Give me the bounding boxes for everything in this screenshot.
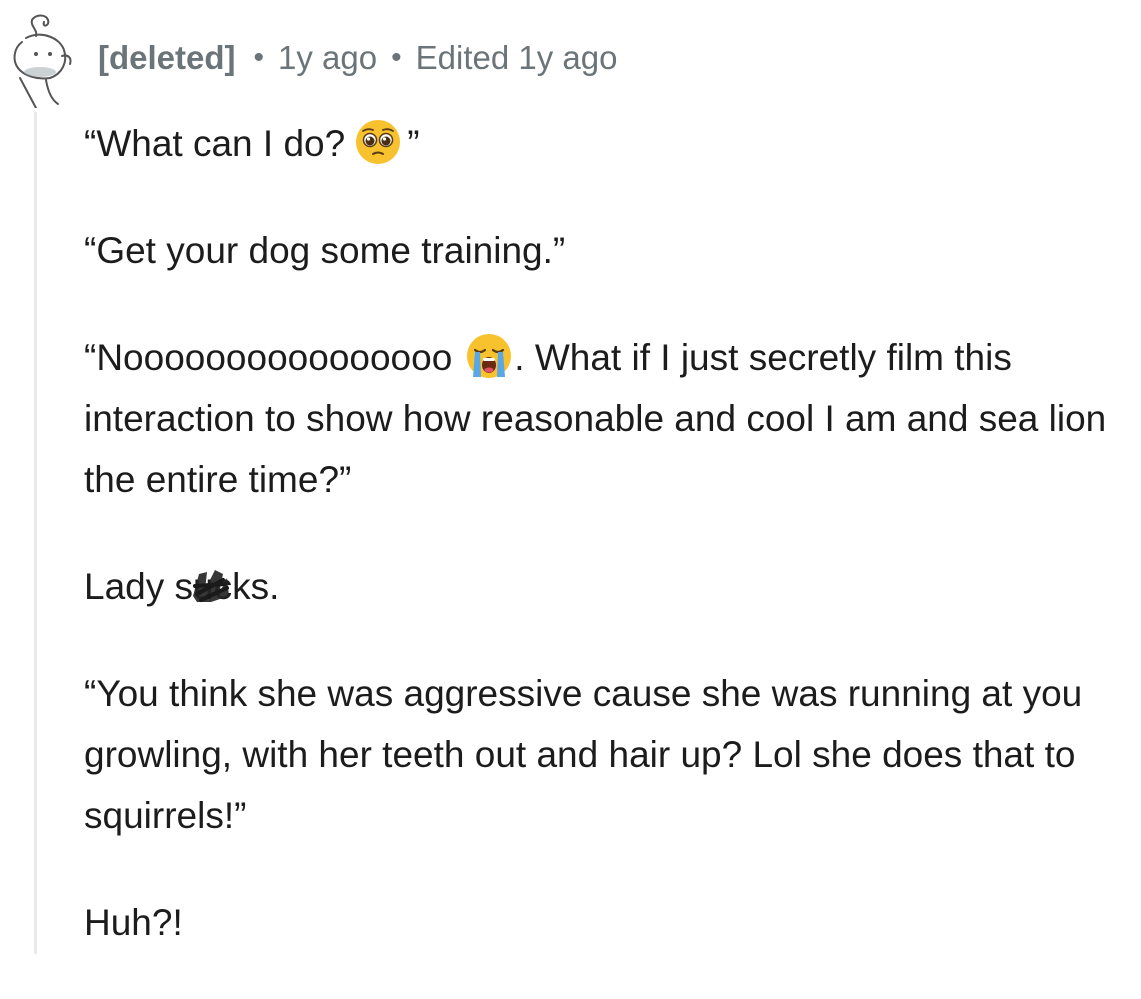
meta-separator: • — [253, 41, 265, 74]
comment-author[interactable]: [deleted] — [98, 39, 236, 77]
comment-paragraph: “What can I do? ” — [84, 113, 1134, 174]
paragraph-text: ” — [407, 123, 420, 164]
redacted-text: uc — [193, 556, 232, 617]
loudly-crying-face-emoji-icon — [466, 333, 512, 379]
comment-paragraph: Lady suc ks. — [84, 556, 1134, 617]
paragraph-text: “What can I do? — [84, 123, 346, 164]
meta-separator: • — [391, 41, 402, 74]
comment-paragraph: “Get your dog some training.” — [84, 230, 566, 271]
pleading-face-emoji-icon — [355, 119, 401, 165]
paragraph-text: “Noooooooooooooooo — [84, 337, 453, 378]
comment-paragraph: “Noooooooooooooooo . What if I just secr… — [84, 327, 1134, 510]
comment-body: “What can I do? ” “Get your dog some tra… — [84, 113, 1134, 999]
thread-line[interactable] — [34, 112, 37, 954]
snoo-ghost-avatar-icon — [13, 14, 72, 109]
avatar[interactable] — [2, 8, 76, 109]
edited-label: Edited 1y ago — [415, 39, 618, 76]
comment-paragraph: “You think she was aggressive cause she … — [84, 673, 1083, 836]
comment-age[interactable]: 1y ago — [278, 39, 377, 77]
comment-header: [deleted] • 1y ago • Edited 1y ago — [98, 36, 617, 80]
paragraph-text: Lady s — [84, 566, 194, 607]
scribble-redaction-icon — [193, 570, 230, 602]
paragraph-text: ks. — [232, 566, 280, 607]
comment-paragraph: Huh?! — [84, 902, 183, 943]
